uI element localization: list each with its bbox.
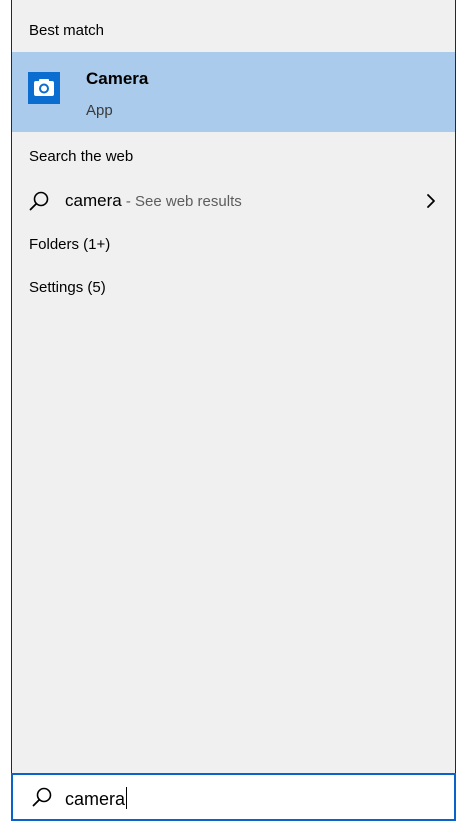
- search-input-value[interactable]: camera: [65, 787, 128, 810]
- search-icon: [31, 786, 53, 813]
- web-search-term: camera: [65, 191, 122, 210]
- web-search-label: camera - See web results: [65, 191, 242, 211]
- best-match-title: Camera: [86, 69, 149, 88]
- web-search-result[interactable]: camera - See web results: [12, 184, 455, 220]
- web-search-suffix: - See web results: [121, 193, 242, 210]
- category-settings[interactable]: Settings (5): [29, 279, 106, 296]
- best-match-subtitle: App: [86, 102, 113, 119]
- category-folders[interactable]: Folders (1+): [29, 236, 110, 253]
- search-query-text: camera: [65, 789, 126, 809]
- start-search-panel: Best match Camera App Search the web cam…: [11, 0, 456, 821]
- best-match-header: Best match: [29, 22, 105, 39]
- text-caret: [126, 787, 128, 809]
- search-input[interactable]: camera: [11, 773, 456, 821]
- chevron-right-icon[interactable]: [425, 191, 437, 216]
- search-the-web-header: Search the web: [29, 148, 134, 165]
- search-icon: [28, 190, 50, 217]
- camera-app-icon: [28, 72, 60, 104]
- best-match-item-camera[interactable]: Camera App: [12, 52, 455, 132]
